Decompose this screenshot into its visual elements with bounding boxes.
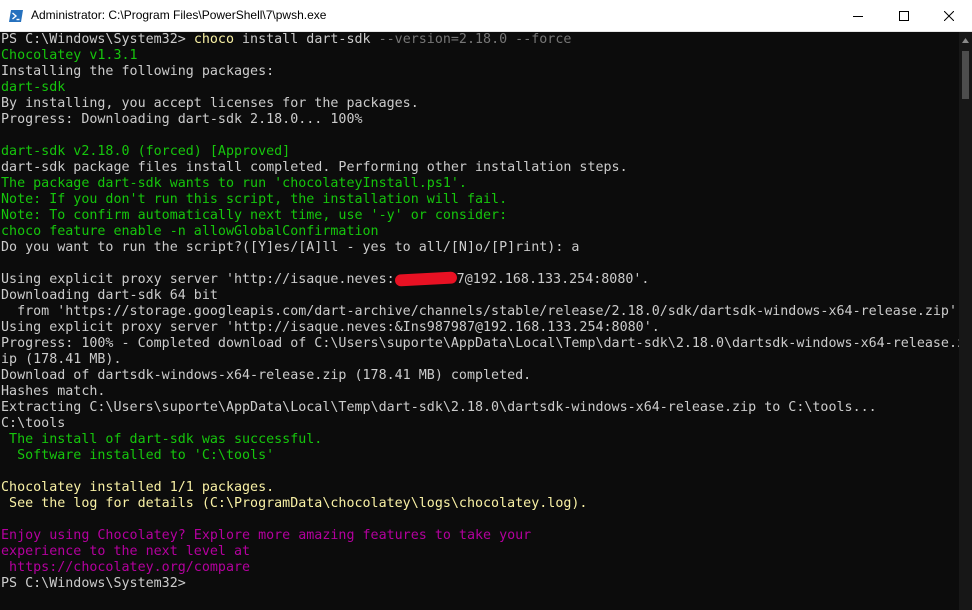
- minimize-icon: [853, 15, 863, 17]
- maximize-icon: [899, 10, 909, 21]
- command-name: choco: [193, 32, 234, 47]
- minimize-button[interactable]: [835, 0, 881, 31]
- output-line: ip (178.41 MB).: [1, 352, 122, 367]
- command-args: install dart-sdk: [233, 32, 371, 47]
- proxy-text-start: Using explicit proxy server 'http://isaq…: [1, 272, 395, 287]
- output-line: The package dart-sdk wants to run 'choco…: [1, 176, 467, 191]
- output-line: Software installed to 'C:\tools': [1, 448, 275, 463]
- output-line: experience to the next level at: [1, 544, 251, 559]
- output-line: Using explicit proxy server 'http://isaq…: [1, 320, 660, 335]
- proxy-line: Using explicit proxy server 'http://isaq…: [1, 271, 959, 288]
- output-line: Downloading dart-sdk 64 bit: [1, 288, 218, 303]
- output-line: See the log for details (C:\ProgramData\…: [1, 496, 588, 511]
- output-line: Note: If you don't run this script, the …: [1, 192, 508, 207]
- prompt-line: PS C:\Windows\System32>: [1, 576, 186, 591]
- close-icon: [944, 10, 954, 21]
- prompt: PS C:\Windows\System32>: [1, 32, 194, 47]
- output-line: By installing, you accept licenses for t…: [1, 96, 419, 111]
- output-line: Extracting C:\Users\suporte\AppData\Loca…: [1, 400, 877, 415]
- window-title: Administrator: C:\Program Files\PowerShe…: [31, 8, 327, 22]
- powershell-window: Administrator: C:\Program Files\PowerShe…: [0, 0, 972, 610]
- output-line: from 'https://storage.googleapis.com/dar…: [1, 304, 958, 319]
- output-line: C:\tools: [1, 416, 66, 431]
- chevron-up-icon: [962, 38, 969, 43]
- redaction-mark: [394, 271, 457, 287]
- output-line: https://chocolatey.org/compare: [1, 560, 251, 575]
- output-line: choco feature enable -n allowGlobalConfi…: [1, 224, 379, 239]
- output-line: Progress: Downloading dart-sdk 2.18.0...…: [1, 112, 363, 127]
- output-line: Chocolatey v1.3.1: [1, 48, 138, 63]
- close-button[interactable]: [926, 0, 972, 31]
- scroll-up-button[interactable]: [959, 32, 972, 49]
- title-bar[interactable]: Administrator: C:\Program Files\PowerShe…: [0, 0, 972, 32]
- output-line: Do you want to run the script?([Y]es/[A]…: [1, 240, 580, 255]
- terminal-output[interactable]: PS C:\Windows\System32> choco install da…: [1, 32, 959, 610]
- proxy-text-end: 7@192.168.133.254:8080'.: [456, 272, 650, 287]
- powershell-icon: [9, 8, 23, 22]
- output-line: Chocolatey installed 1/1 packages.: [1, 480, 275, 495]
- output-line: Hashes match.: [1, 384, 106, 399]
- output-line: dart-sdk v2.18.0 (forced) [Approved]: [1, 144, 291, 159]
- output-line: The install of dart-sdk was successful.: [1, 432, 323, 447]
- output-line: dart-sdk: [1, 80, 66, 95]
- vertical-scrollbar[interactable]: [959, 32, 972, 610]
- command-params: --version=2.18.0 --force: [370, 32, 572, 47]
- command-line: PS C:\Windows\System32> choco install da…: [1, 32, 959, 48]
- output-line: Enjoy using Chocolatey? Explore more ama…: [1, 528, 532, 543]
- maximize-button[interactable]: [881, 0, 927, 31]
- output-line: Download of dartsdk-windows-x64-release.…: [1, 368, 532, 383]
- output-line: Installing the following packages:: [1, 64, 275, 79]
- output-line: dart-sdk package files install completed…: [1, 160, 628, 175]
- scroll-thumb[interactable]: [962, 51, 969, 99]
- output-line: Progress: 100% - Completed download of C…: [1, 336, 959, 351]
- output-line: Note: To confirm automatically next time…: [1, 208, 508, 223]
